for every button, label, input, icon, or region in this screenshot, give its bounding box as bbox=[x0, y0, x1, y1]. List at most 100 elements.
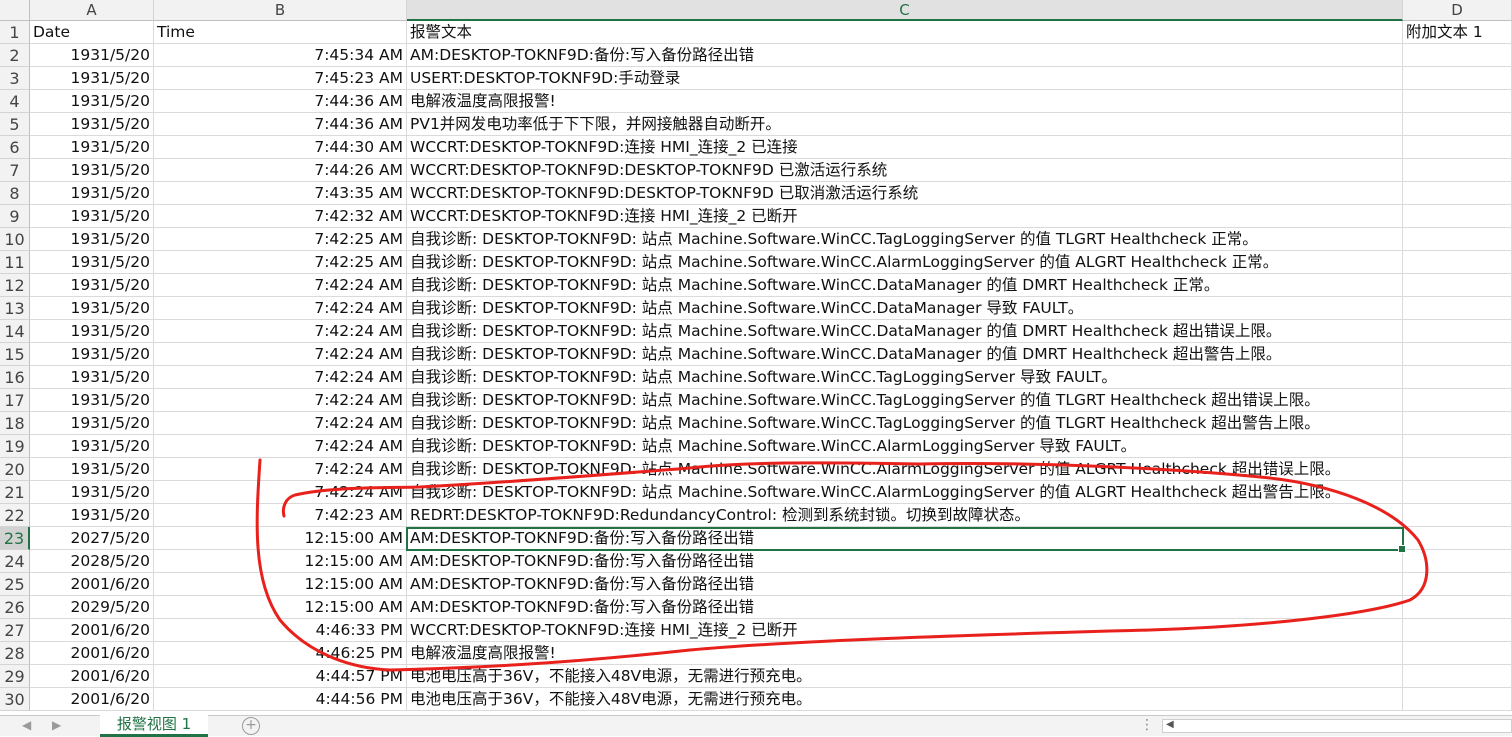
cell-date[interactable]: 1931/5/20 bbox=[30, 481, 154, 504]
cell-extra-text[interactable] bbox=[1403, 320, 1512, 343]
cell-extra-text[interactable] bbox=[1403, 297, 1512, 320]
cell-alarm-text[interactable]: AM:DESKTOP-TOKNF9D:备份:写入备份路径出错 bbox=[407, 44, 1403, 67]
cell-time[interactable]: 7:42:24 AM bbox=[154, 343, 407, 366]
cell-extra-text[interactable] bbox=[1403, 688, 1512, 711]
cell-date[interactable]: 1931/5/20 bbox=[30, 44, 154, 67]
row-header-28[interactable]: 28 bbox=[0, 642, 30, 665]
cell-alarm-text[interactable]: 自我诊断: DESKTOP-TOKNF9D: 站点 Machine.Softwa… bbox=[407, 320, 1403, 343]
cell-alarm-text[interactable]: REDRT:DESKTOP-TOKNF9D:RedundancyControl:… bbox=[407, 504, 1403, 527]
cell-time[interactable]: 7:42:24 AM bbox=[154, 366, 407, 389]
row-header-21[interactable]: 21 bbox=[0, 481, 30, 504]
cell-a1[interactable]: Date bbox=[30, 21, 154, 44]
cell-alarm-text[interactable]: 电池电压高于36V，不能接入48V电源，无需进行预充电。 bbox=[407, 665, 1403, 688]
column-header-c[interactable]: C bbox=[407, 0, 1403, 21]
cell-time[interactable]: 7:42:24 AM bbox=[154, 320, 407, 343]
cell-time[interactable]: 7:44:30 AM bbox=[154, 136, 407, 159]
cell-time[interactable]: 7:42:24 AM bbox=[154, 481, 407, 504]
row-header-3[interactable]: 3 bbox=[0, 67, 30, 90]
row-header-13[interactable]: 13 bbox=[0, 297, 30, 320]
cell-extra-text[interactable] bbox=[1403, 159, 1512, 182]
row-header-10[interactable]: 10 bbox=[0, 228, 30, 251]
cell-time[interactable]: 7:42:25 AM bbox=[154, 228, 407, 251]
cell-time[interactable]: 7:44:26 AM bbox=[154, 159, 407, 182]
row-header-26[interactable]: 26 bbox=[0, 596, 30, 619]
cell-date[interactable]: 1931/5/20 bbox=[30, 366, 154, 389]
cell-extra-text[interactable] bbox=[1403, 343, 1512, 366]
cell-time[interactable]: 7:42:24 AM bbox=[154, 412, 407, 435]
row-header-5[interactable]: 5 bbox=[0, 113, 30, 136]
cell-extra-text[interactable] bbox=[1403, 550, 1512, 573]
row-header-29[interactable]: 29 bbox=[0, 665, 30, 688]
column-header-a[interactable]: A bbox=[30, 0, 154, 21]
cell-date[interactable]: 1931/5/20 bbox=[30, 389, 154, 412]
cell-alarm-text[interactable]: 自我诊断: DESKTOP-TOKNF9D: 站点 Machine.Softwa… bbox=[407, 343, 1403, 366]
cell-alarm-text[interactable]: 自我诊断: DESKTOP-TOKNF9D: 站点 Machine.Softwa… bbox=[407, 297, 1403, 320]
cell-alarm-text[interactable]: WCCRT:DESKTOP-TOKNF9D:连接 HMI_连接_2 已断开 bbox=[407, 205, 1403, 228]
cell-extra-text[interactable] bbox=[1403, 182, 1512, 205]
prev-sheet-icon[interactable]: ◀ bbox=[22, 718, 31, 732]
cell-time[interactable]: 7:42:23 AM bbox=[154, 504, 407, 527]
row-header-1[interactable]: 1 bbox=[0, 21, 30, 44]
cell-alarm-text[interactable]: 自我诊断: DESKTOP-TOKNF9D: 站点 Machine.Softwa… bbox=[407, 481, 1403, 504]
cell-extra-text[interactable] bbox=[1403, 274, 1512, 297]
cell-date[interactable]: 1931/5/20 bbox=[30, 251, 154, 274]
cell-d1[interactable]: 附加文本 1 bbox=[1403, 21, 1512, 44]
cell-alarm-text[interactable]: 自我诊断: DESKTOP-TOKNF9D: 站点 Machine.Softwa… bbox=[407, 366, 1403, 389]
cell-date[interactable]: 2001/6/20 bbox=[30, 619, 154, 642]
sheet-tab-active[interactable]: 报警视图 1 bbox=[100, 715, 208, 737]
cell-extra-text[interactable] bbox=[1403, 205, 1512, 228]
row-header-6[interactable]: 6 bbox=[0, 136, 30, 159]
cell-time[interactable]: 12:15:00 AM bbox=[154, 596, 407, 619]
cell-extra-text[interactable] bbox=[1403, 44, 1512, 67]
cell-extra-text[interactable] bbox=[1403, 596, 1512, 619]
cell-date[interactable]: 1931/5/20 bbox=[30, 159, 154, 182]
row-header-4[interactable]: 4 bbox=[0, 90, 30, 113]
cell-time[interactable]: 7:42:24 AM bbox=[154, 274, 407, 297]
cell-time[interactable]: 12:15:00 AM bbox=[154, 527, 407, 550]
cell-extra-text[interactable] bbox=[1403, 389, 1512, 412]
cell-alarm-text[interactable]: USERT:DESKTOP-TOKNF9D:手动登录 bbox=[407, 67, 1403, 90]
cell-c1[interactable]: 报警文本 bbox=[407, 21, 1403, 44]
column-header-b[interactable]: B bbox=[154, 0, 407, 21]
row-header-17[interactable]: 17 bbox=[0, 389, 30, 412]
row-header-25[interactable]: 25 bbox=[0, 573, 30, 596]
row-header-18[interactable]: 18 bbox=[0, 412, 30, 435]
cell-date[interactable]: 1931/5/20 bbox=[30, 412, 154, 435]
cell-time[interactable]: 4:46:33 PM bbox=[154, 619, 407, 642]
cell-date[interactable]: 1931/5/20 bbox=[30, 274, 154, 297]
cell-time[interactable]: 4:44:56 PM bbox=[154, 688, 407, 711]
cell-date[interactable]: 1931/5/20 bbox=[30, 297, 154, 320]
cell-alarm-text[interactable]: WCCRT:DESKTOP-TOKNF9D:DESKTOP-TOKNF9D 已取… bbox=[407, 182, 1403, 205]
column-header-d[interactable]: D bbox=[1403, 0, 1512, 21]
cell-date[interactable]: 1931/5/20 bbox=[30, 343, 154, 366]
cell-extra-text[interactable] bbox=[1403, 619, 1512, 642]
cell-extra-text[interactable] bbox=[1403, 527, 1512, 550]
row-header-30[interactable]: 30 bbox=[0, 688, 30, 711]
cell-time[interactable]: 12:15:00 AM bbox=[154, 573, 407, 596]
cell-alarm-text[interactable]: 自我诊断: DESKTOP-TOKNF9D: 站点 Machine.Softwa… bbox=[407, 274, 1403, 297]
cell-extra-text[interactable] bbox=[1403, 642, 1512, 665]
cell-date[interactable]: 2001/6/20 bbox=[30, 573, 154, 596]
cell-time[interactable]: 7:42:24 AM bbox=[154, 435, 407, 458]
cell-time[interactable]: 4:46:25 PM bbox=[154, 642, 407, 665]
cell-alarm-text[interactable]: 自我诊断: DESKTOP-TOKNF9D: 站点 Machine.Softwa… bbox=[407, 251, 1403, 274]
cell-alarm-text[interactable]: AM:DESKTOP-TOKNF9D:备份:写入备份路径出错 bbox=[407, 527, 1403, 550]
row-header-15[interactable]: 15 bbox=[0, 343, 30, 366]
cell-date[interactable]: 1931/5/20 bbox=[30, 182, 154, 205]
cell-date[interactable]: 1931/5/20 bbox=[30, 435, 154, 458]
cell-extra-text[interactable] bbox=[1403, 90, 1512, 113]
cell-alarm-text[interactable]: 电池电压高于36V，不能接入48V电源，无需进行预充电。 bbox=[407, 688, 1403, 711]
cell-time[interactable]: 7:42:25 AM bbox=[154, 251, 407, 274]
row-header-27[interactable]: 27 bbox=[0, 619, 30, 642]
cell-alarm-text[interactable]: 自我诊断: DESKTOP-TOKNF9D: 站点 Machine.Softwa… bbox=[407, 435, 1403, 458]
cell-extra-text[interactable] bbox=[1403, 67, 1512, 90]
cell-alarm-text[interactable]: 自我诊断: DESKTOP-TOKNF9D: 站点 Machine.Softwa… bbox=[407, 458, 1403, 481]
cell-date[interactable]: 1931/5/20 bbox=[30, 113, 154, 136]
spreadsheet-grid[interactable]: A B C D 1 Date Time 报警文本 附加文本 1 2 1931/5/… bbox=[0, 0, 1512, 736]
cell-alarm-text[interactable]: WCCRT:DESKTOP-TOKNF9D:DESKTOP-TOKNF9D 已激… bbox=[407, 159, 1403, 182]
row-header-23[interactable]: 23 bbox=[0, 527, 30, 550]
row-header-14[interactable]: 14 bbox=[0, 320, 30, 343]
row-header-22[interactable]: 22 bbox=[0, 504, 30, 527]
row-header-8[interactable]: 8 bbox=[0, 182, 30, 205]
cell-time[interactable]: 7:42:24 AM bbox=[154, 297, 407, 320]
